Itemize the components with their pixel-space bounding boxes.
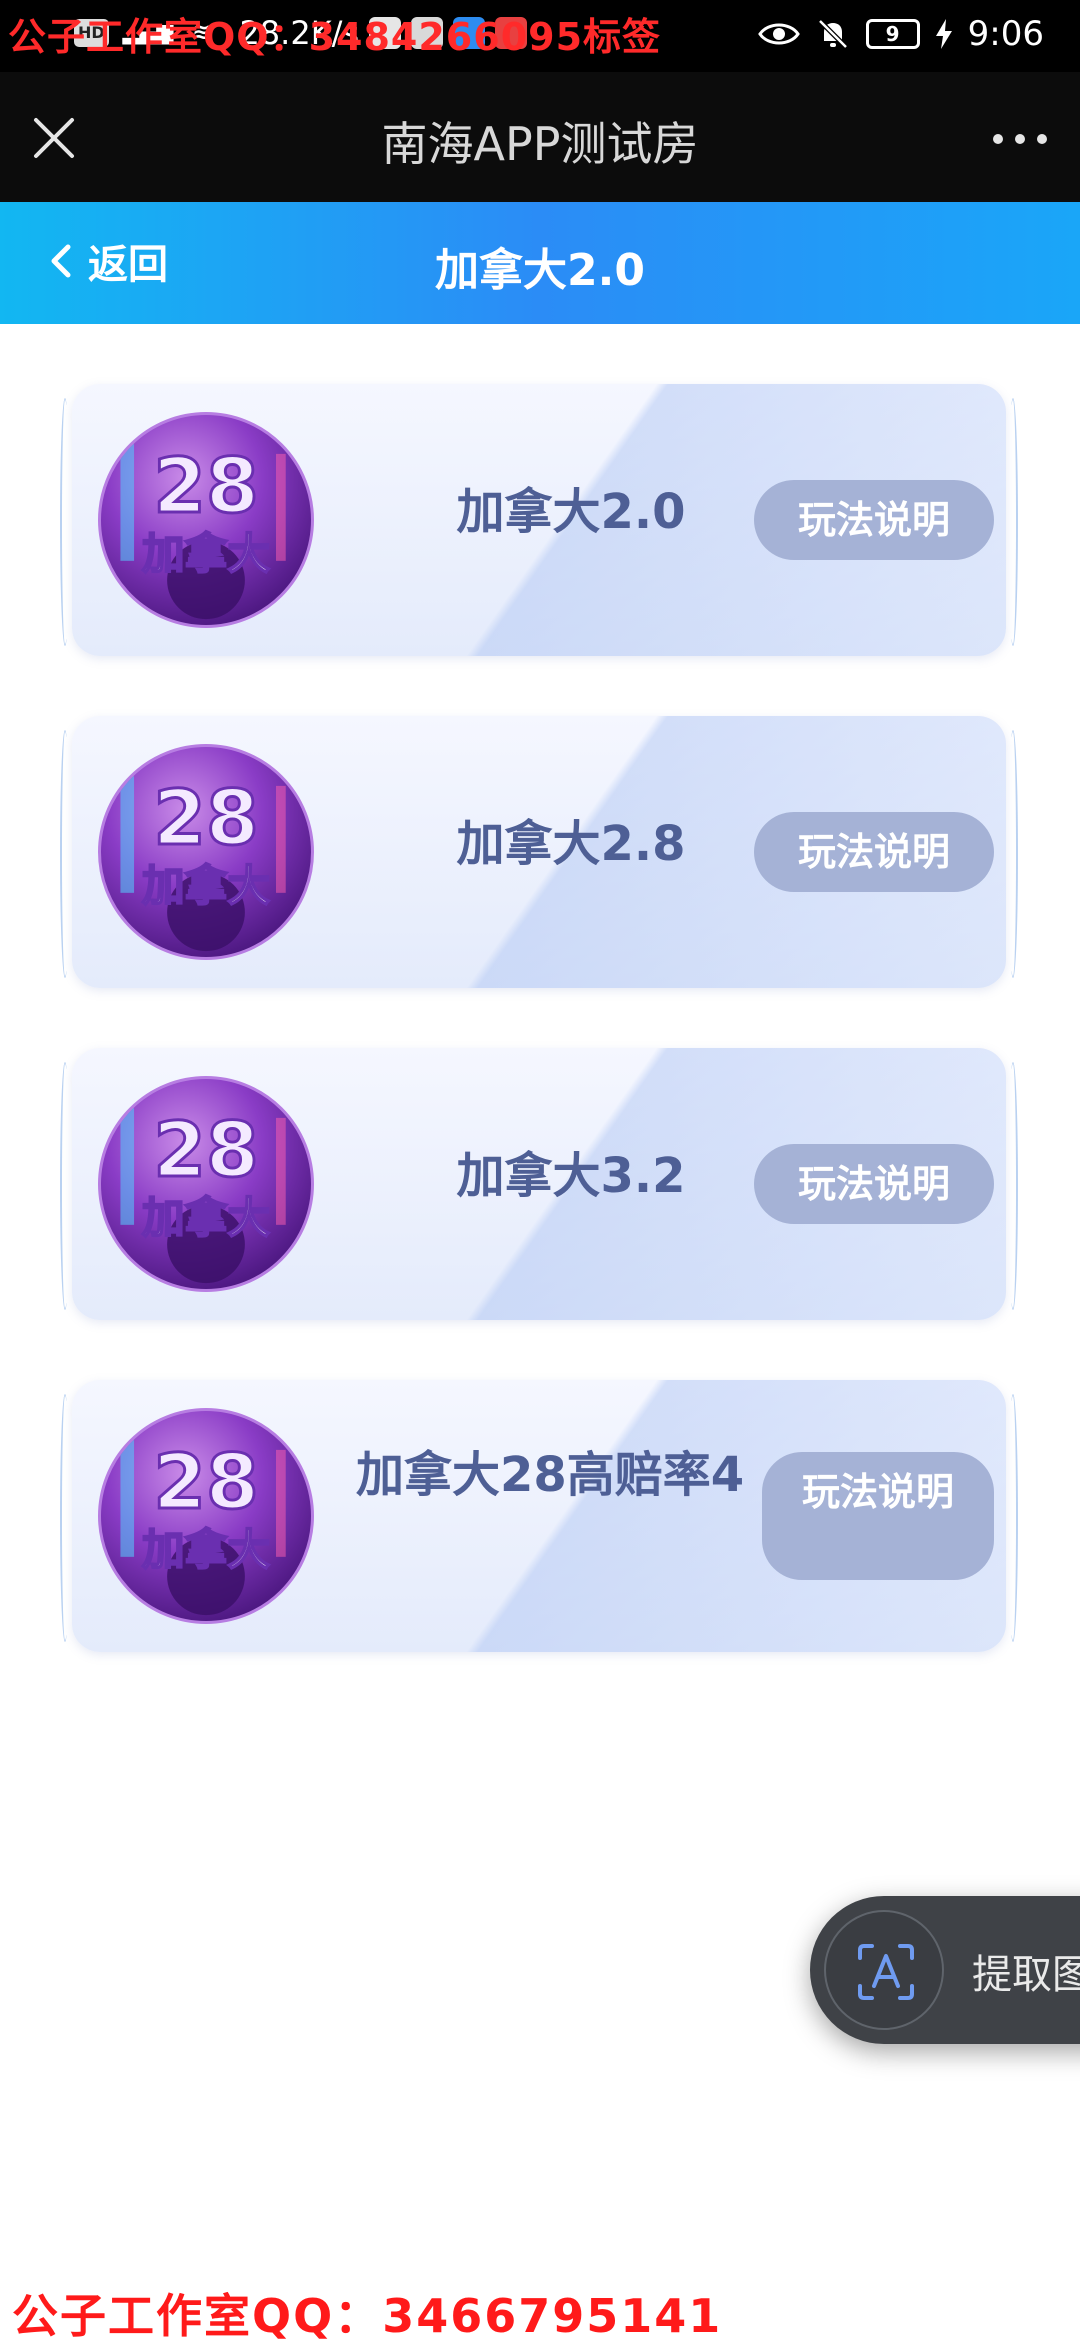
window-title: 南海APP测试房 bbox=[381, 117, 699, 171]
text-recognize-button[interactable] bbox=[824, 1910, 944, 2030]
status-right-group: 9 9:06 bbox=[757, 14, 1044, 54]
extract-image-text-tool[interactable]: 提取图 bbox=[810, 1896, 1080, 2044]
mute-bell-icon bbox=[817, 19, 848, 49]
battery-icon: 9 bbox=[865, 19, 920, 49]
svg-text:加拿大: 加拿大 bbox=[142, 530, 271, 580]
room-avatar: 28 加拿大 bbox=[98, 1408, 314, 1624]
room-avatar: 28 加拿大 bbox=[98, 1076, 314, 1292]
svg-text:加拿大: 加拿大 bbox=[142, 862, 271, 912]
page-title: 加拿大2.0 bbox=[435, 245, 645, 296]
text-scan-icon bbox=[858, 1944, 914, 2000]
eye-icon bbox=[757, 23, 800, 45]
watermark-top: 公子工作室QQ：3484266095标签 bbox=[8, 15, 662, 59]
room-name: 加拿大2.8 bbox=[456, 816, 686, 872]
more-options-icon[interactable] bbox=[988, 124, 1052, 154]
page-header: 返回 加拿大2.0 bbox=[0, 202, 1080, 324]
svg-text:加拿大: 加拿大 bbox=[142, 1194, 271, 1244]
rules-button[interactable]: 玩法说明 bbox=[754, 812, 994, 892]
svg-text:28: 28 bbox=[153, 1438, 259, 1526]
svg-text:28: 28 bbox=[153, 1106, 259, 1194]
browser-title-bar: 南海APP测试房 bbox=[0, 72, 1080, 202]
room-avatar: 28 加拿大 bbox=[98, 744, 314, 960]
room-card[interactable]: 28 加拿大 加拿大3.2 玩法说明 bbox=[60, 1048, 1018, 1320]
rules-button[interactable]: 玩法说明 bbox=[754, 1144, 994, 1224]
room-card[interactable]: 28 加拿大 加拿大28高赔率4 玩法说明 bbox=[60, 1380, 1018, 1652]
rules-button[interactable]: 玩法说明 bbox=[762, 1452, 994, 1580]
extract-tool-label: 提取图 bbox=[972, 1952, 1080, 1998]
charging-icon bbox=[935, 19, 952, 49]
svg-text:加拿大: 加拿大 bbox=[142, 1526, 271, 1576]
room-avatar: 28 加拿大 bbox=[98, 412, 314, 628]
room-name: 加拿大3.2 bbox=[456, 1148, 686, 1204]
svg-text:28: 28 bbox=[153, 774, 259, 862]
watermark-bottom: 公子工作室QQ：3466795141 bbox=[12, 2289, 723, 2340]
room-card[interactable]: 28 加拿大 加拿大2.0 玩法说明 bbox=[60, 384, 1018, 656]
room-name: 加拿大28高赔率4 bbox=[356, 1447, 745, 1503]
svg-text:28: 28 bbox=[153, 442, 259, 530]
clock-time: 9:06 bbox=[967, 14, 1044, 54]
room-card[interactable]: 28 加拿大 加拿大2.8 玩法说明 bbox=[60, 716, 1018, 988]
rules-button[interactable]: 玩法说明 bbox=[754, 480, 994, 560]
app-screen: HD ▂▄▆ ≋ 28.2K/s 9 9:06 公子工作室QQ：34842660… bbox=[0, 0, 1080, 2340]
room-name: 加拿大2.0 bbox=[456, 484, 686, 540]
